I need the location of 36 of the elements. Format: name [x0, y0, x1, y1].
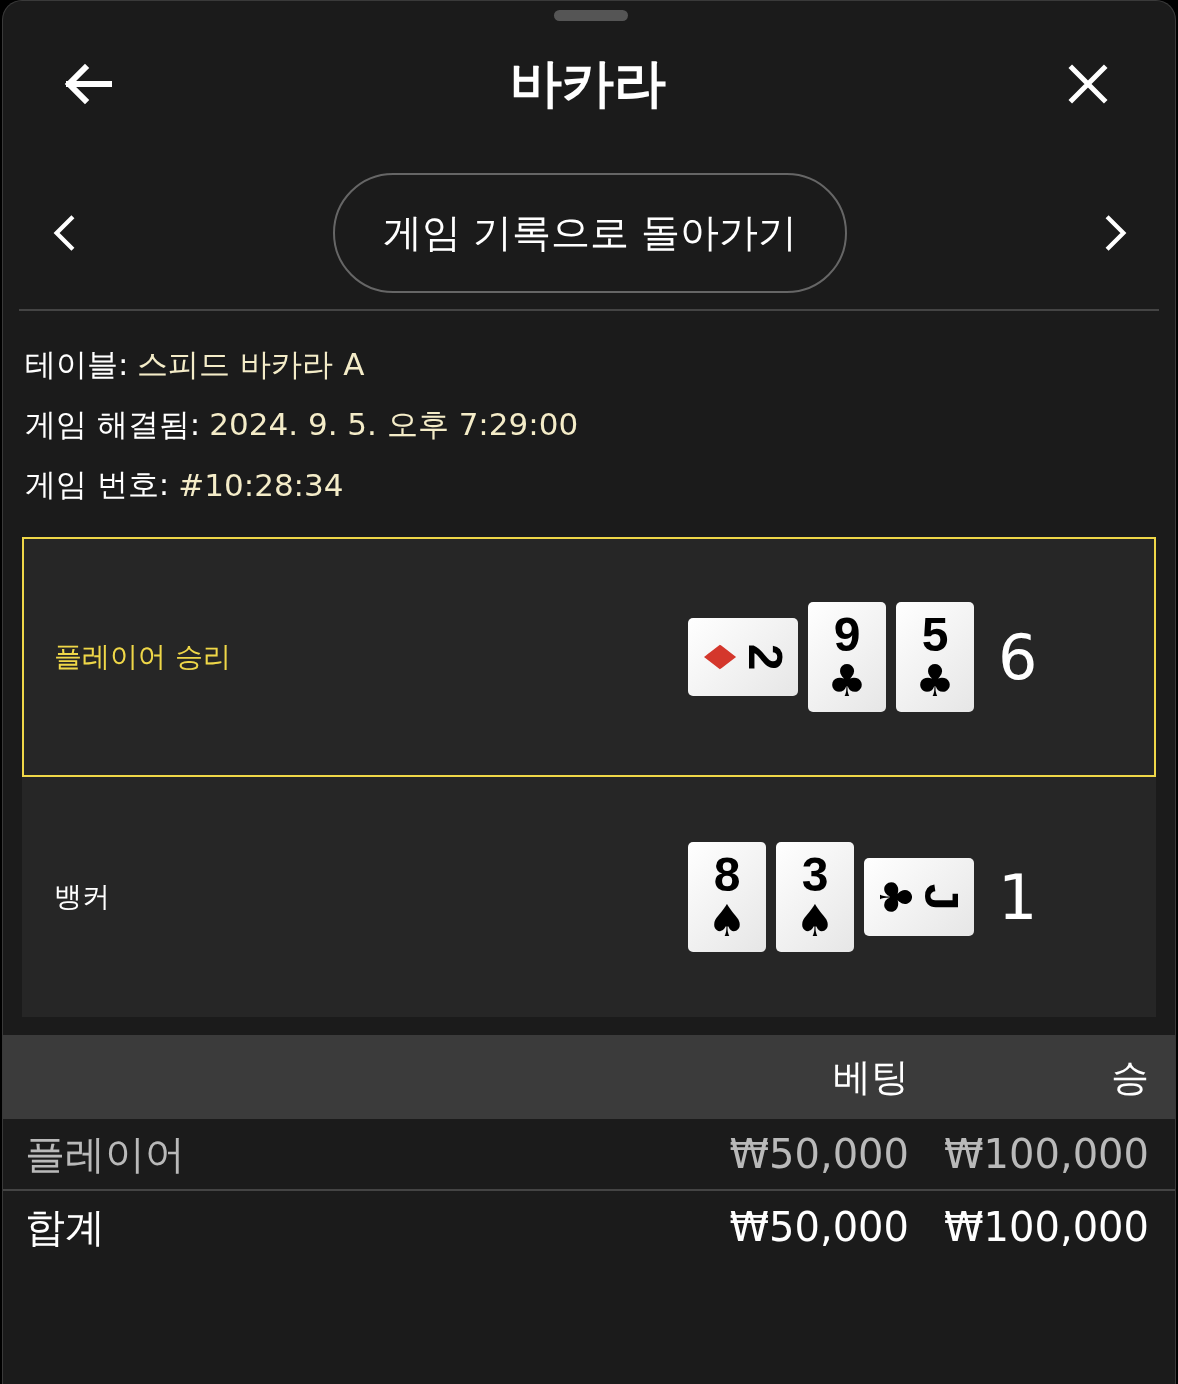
card-rank: 2 [741, 643, 789, 671]
back-to-history-button[interactable]: 게임 기록으로 돌아가기 [333, 173, 847, 293]
back-arrow-icon[interactable] [63, 63, 113, 105]
card-suit: ♦ [697, 637, 741, 677]
card-rank: 9 [833, 611, 861, 659]
hand-score: 1 [998, 860, 1038, 934]
card-rank: 3 [801, 851, 829, 899]
window-title: 바카라 [510, 52, 666, 115]
table-cell-text: 합계 [25, 1202, 106, 1252]
table-cell-text: ₩100,000 [943, 1131, 1149, 1177]
table-cell-text: 플레이어 [25, 1129, 186, 1179]
info-value: 스피드 바카라 A [137, 345, 365, 384]
chevron-right-icon[interactable] [1105, 215, 1127, 251]
drag-handle[interactable] [554, 10, 628, 21]
card-rank: J [917, 883, 965, 911]
hand-label: 플레이어 승리 [54, 639, 231, 675]
card-suit: ♣ [873, 877, 917, 917]
hand-label: 뱅커 [54, 879, 110, 915]
info-label: 게임 해결됨: [25, 405, 201, 444]
table-cell-text: ₩50,000 [728, 1131, 909, 1177]
info-label: 게임 번호: [25, 465, 170, 504]
table-cell-text: ₩50,000 [728, 1204, 909, 1250]
chevron-left-icon[interactable] [53, 215, 75, 251]
card-suit: ♠ [707, 899, 747, 943]
card-rank: 5 [921, 611, 949, 659]
card-rank: 8 [713, 851, 741, 899]
info-label: 테이블: [25, 345, 129, 384]
info-value: #10:28:34 [178, 467, 344, 503]
column-header: 베팅 [832, 1053, 909, 1101]
table-cell-text: ₩100,000 [943, 1204, 1149, 1250]
card-suit: ♣ [915, 659, 955, 703]
column-header: 승 [1110, 1053, 1149, 1101]
card-suit: ♣ [827, 659, 867, 703]
hand-score: 6 [998, 620, 1038, 694]
card-suit: ♠ [795, 899, 835, 943]
info-value: 2024. 9. 5. 오후 7:29:00 [209, 405, 579, 444]
